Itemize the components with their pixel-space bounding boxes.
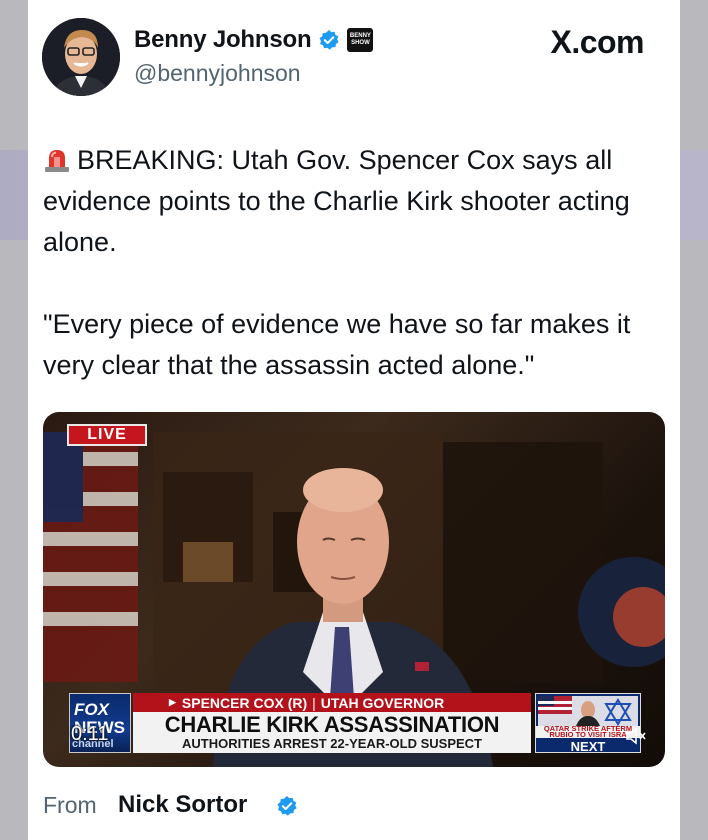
tweet-paragraph-2: "Every piece of evidence we have so far … [43, 309, 631, 380]
speaker-title: UTAH GOVERNOR [320, 694, 445, 711]
video-timestamp: 0:11 [71, 723, 109, 745]
video-player[interactable]: LIVE FOX NEWS channel 0:11 ▶ SPENCER COX… [43, 412, 665, 767]
author-handle[interactable]: @bennyjohnson [134, 60, 301, 87]
mute-icon[interactable] [625, 727, 647, 745]
tweet-paragraph-1-text: BREAKING: Utah Gov. Spencer Cox says all… [43, 145, 630, 257]
headline-box: CHARLIE KIRK ASSASSINATION AUTHORITIES A… [133, 712, 531, 753]
news-headline: CHARLIE KIRK ASSASSINATION [164, 712, 500, 737]
author-avatar[interactable] [42, 18, 120, 96]
next-up-thumbnail [538, 696, 638, 726]
author-name[interactable]: Benny Johnson [134, 26, 312, 54]
speaker-name: SPENCER COX (R) [181, 694, 308, 711]
site-label: X.com [550, 24, 644, 60]
source-prefix: From [43, 792, 97, 818]
siren-icon [45, 150, 69, 172]
tweet-paragraph-1: BREAKING: Utah Gov. Spencer Cox says all… [43, 140, 673, 263]
source-verified-badge-icon [277, 796, 297, 816]
affiliate-badge-icon: BENNY SHOW [347, 28, 374, 52]
ribbon-separator: | [312, 694, 316, 711]
verified-badge-icon [319, 30, 340, 50]
speaker-ribbon: ▶ SPENCER COX (R) | UTAH GOVERNOR [133, 693, 531, 712]
source-name[interactable]: Nick Sortor [118, 791, 247, 819]
news-subhead: AUTHORITIES ARREST 22-YEAR-OLD SUSPECT [182, 736, 482, 751]
news-lower-third: FOX NEWS channel 0:11 ▶ SPENCER COX (R) … [69, 693, 641, 754]
tweet-text: BREAKING: Utah Gov. Spencer Cox says all… [43, 140, 673, 427]
logo-line-1: FOX [74, 700, 109, 719]
play-arrow-icon: ▶ [169, 697, 176, 707]
live-badge: LIVE [67, 424, 147, 446]
author-name-row: Benny Johnson BENNY SHOW [134, 26, 374, 54]
